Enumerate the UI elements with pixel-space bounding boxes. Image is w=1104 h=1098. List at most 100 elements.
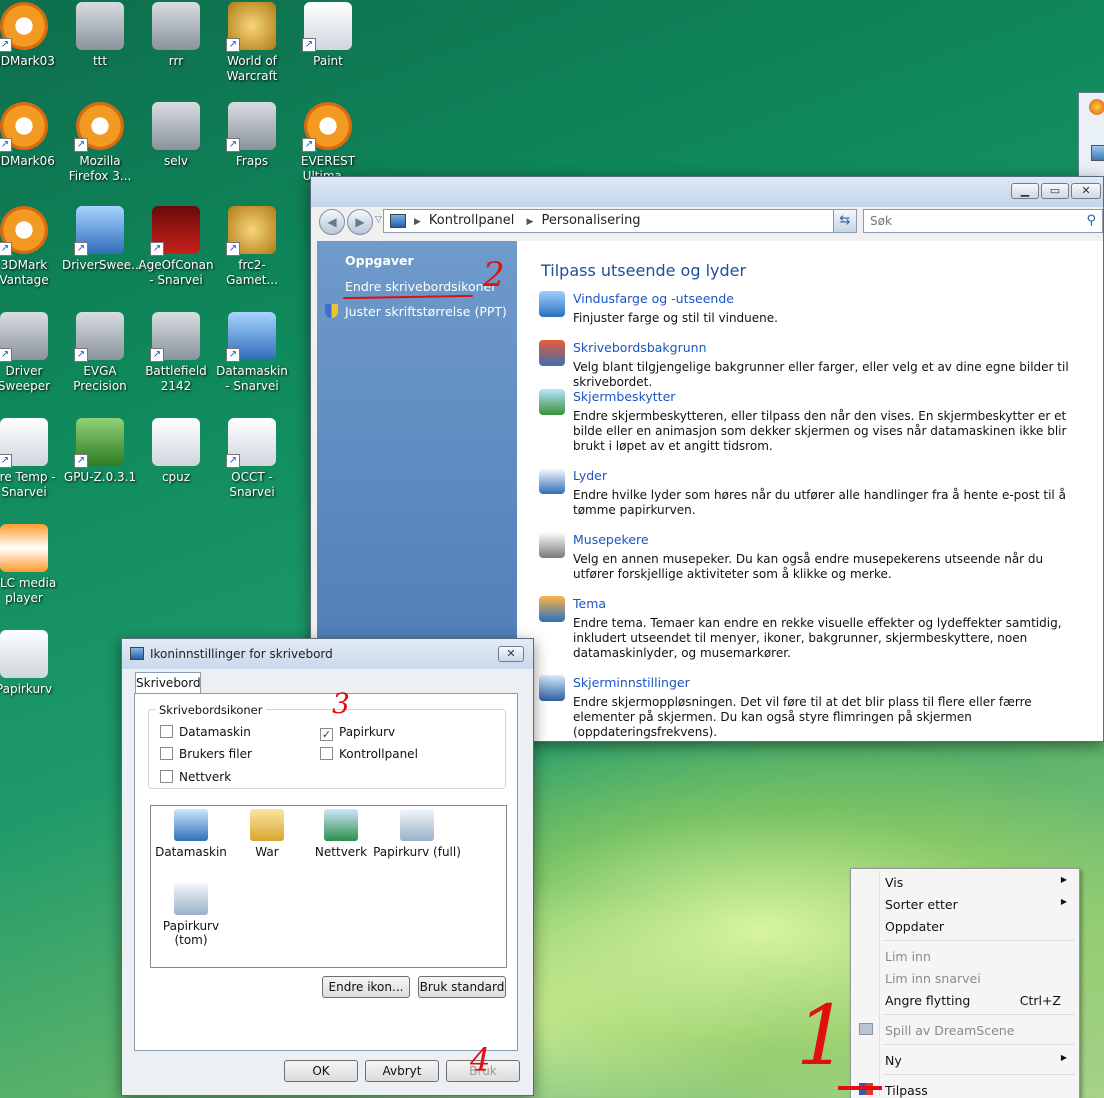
desktop-shortcut[interactable]: ↗ AgeOfConan - Snarvei [138, 206, 214, 288]
desktop-shortcut[interactable]: cpuz [138, 418, 214, 485]
minimize-button[interactable]: ▁ [1011, 183, 1039, 199]
desktop-shortcut[interactable]: ↗ 3DMark03 [0, 2, 62, 69]
recycle-bin-icon [0, 630, 48, 678]
desktop-shortcut[interactable]: ↗ GPU-Z.0.3.1 [62, 418, 138, 485]
desktop-shortcut-label: VLC media player [0, 576, 57, 605]
dialog-titlebar[interactable]: Ikoninnstillinger for skrivebord ✕ [122, 639, 533, 669]
desktop-shortcut[interactable]: rrr [138, 2, 214, 69]
desktop-shortcut[interactable]: selv [138, 102, 214, 169]
checkbox-row[interactable]: ✓ Papirkurv [320, 725, 395, 741]
item-link[interactable]: Vindusfarge og -utseende [573, 291, 1087, 306]
item-link[interactable]: Tema [573, 596, 1087, 611]
shortcut-arrow-icon: ↗ [150, 348, 164, 362]
ok-button[interactable]: OK [284, 1060, 358, 1082]
menu-shortcut: Ctrl+Z [1019, 993, 1061, 1008]
address-bar[interactable]: ▶Kontrollpanel ▶Personalisering ▼ [383, 209, 855, 233]
title-bar[interactable]: ▁ ▭ ✕ [311, 177, 1103, 207]
menu-item[interactable]: Oppdater [885, 919, 1069, 934]
background-window[interactable] [1078, 92, 1104, 182]
menu-item[interactable]: Vis ▶ [885, 875, 1069, 890]
desktop-shortcut[interactable]: ↗ Battlefield 2142 [138, 312, 214, 394]
desktop-shortcut[interactable]: ↗ EVGA Precision [62, 312, 138, 394]
task-link-change-desktop-icons[interactable]: Endre skrivebordsikoner [345, 279, 496, 294]
breadcrumb-personalisering[interactable]: Personalisering [541, 213, 640, 228]
dialog-close-button[interactable]: ✕ [498, 646, 524, 662]
icon-preview-item[interactable]: Papirkurv (tom) [146, 883, 236, 947]
desktop-shortcut[interactable]: ↗EVEREST Ultima... [290, 102, 366, 184]
menu-item[interactable]: Sorter etter ▶ [885, 897, 1069, 912]
desktop-shortcut[interactable]: ↗ Paint [290, 2, 366, 69]
shortcut-arrow-icon: ↗ [0, 242, 12, 256]
annotation-number-4: 4 [470, 1041, 491, 1079]
checkbox-row[interactable]: Kontrollpanel [320, 747, 418, 761]
desktop-shortcut[interactable]: ↗ Fraps [214, 102, 290, 169]
item-link[interactable]: Musepekere [573, 532, 1087, 547]
personalization-item: Tema Endre tema. Temaer kan endre en rekk… [539, 596, 1087, 661]
personalization-item: Skjerminnstillinger Endre skjermoppløsnin… [539, 675, 1087, 740]
menu-item[interactable]: Angre flytting Ctrl+Z [885, 993, 1069, 1008]
vlc-icon [0, 524, 48, 572]
checkbox[interactable] [160, 770, 173, 783]
dreamscene-icon [859, 1023, 873, 1035]
desktop-shortcut[interactable]: ↗ 3DMark Vantage [0, 206, 62, 288]
checkbox-row[interactable]: Datamaskin [160, 725, 251, 739]
desktop-shortcut[interactable]: ↗ Datamaskin - Snarvei [214, 312, 290, 394]
checkbox[interactable] [160, 747, 173, 760]
personalization-item: Musepekere Velg en annen musepeker. Du ka… [539, 532, 1087, 582]
item-link[interactable]: Skjerminnstillinger [573, 675, 1087, 690]
desktop-shortcut[interactable]: ↗ Mozilla Firefox 3... [62, 102, 138, 184]
restore-default-button[interactable]: Bruk standard [418, 976, 506, 998]
desktop-shortcut[interactable]: Papirkurv [0, 630, 62, 697]
3dmark-icon: ↗ [0, 2, 48, 52]
desktop-shortcut[interactable]: ttt [62, 2, 138, 69]
shortcut-arrow-icon: ↗ [0, 38, 12, 52]
personalization-content: Tilpass utseende og lyder Vindusfarge og… [517, 241, 1103, 741]
desktop-shortcut[interactable]: ↗ frc2-Gamet... [214, 206, 290, 288]
desktop-shortcut[interactable]: ↗ Driver Sweeper [0, 312, 62, 394]
item-link[interactable]: Lyder [573, 468, 1087, 483]
item-link[interactable]: Skjermbeskytter [573, 389, 1087, 404]
desktop-icon-settings-dialog[interactable]: Ikoninnstillinger for skrivebord ✕ Skriv… [121, 638, 534, 1096]
menu-item-label: Tilpass [885, 1083, 928, 1098]
change-icon-button[interactable]: Endre ikon... [322, 976, 410, 998]
menu-item[interactable]: Ny ▶ [885, 1053, 1069, 1068]
checkbox[interactable]: ✓ [320, 728, 333, 741]
shortcut-arrow-icon: ↗ [226, 454, 240, 468]
checkbox[interactable] [160, 725, 173, 738]
close-button[interactable]: ✕ [1071, 183, 1101, 199]
desktop-shortcut[interactable]: ↗ 3DMark06 [0, 102, 62, 169]
menu-item[interactable]: Tilpass [885, 1083, 1069, 1098]
shield-icon [325, 304, 338, 318]
forward-button[interactable]: ▶ [347, 209, 373, 235]
history-dropdown[interactable]: ▽ [375, 215, 382, 225]
menu-separator [883, 940, 1075, 941]
maximize-button[interactable]: ▭ [1041, 183, 1069, 199]
search-icon[interactable]: ⚲ [1086, 210, 1096, 232]
checkbox-row[interactable]: Nettverk [160, 770, 231, 784]
desktop-shortcut[interactable]: ↗ DriverSwee... [62, 206, 143, 273]
desktop-shortcut-label: cpuz [161, 470, 191, 484]
item-link[interactable]: Skrivebordsbakgrunn [573, 340, 1087, 355]
mouse-pointer-icon [539, 532, 565, 558]
gear-icon: ↗ [0, 312, 48, 362]
desktop-context-menu[interactable]: Vis ▶ Sorter etter ▶ Oppdater Lim inn Lim inn … [850, 868, 1080, 1098]
search-input[interactable]: Søk ⚲ [863, 209, 1103, 233]
submenu-arrow-icon: ▶ [1060, 897, 1067, 906]
menu-item: Lim inn [885, 949, 1069, 964]
refresh-button[interactable]: ⇆ [833, 209, 857, 233]
desktop-shortcut-label: 3DMark03 [0, 54, 55, 68]
checkbox-row[interactable]: Brukers filer [160, 747, 252, 761]
breadcrumb-kontrollpanel[interactable]: Kontrollpanel [429, 213, 514, 228]
task-link-adjust-font-size[interactable]: Juster skriftstørrelse (PPT) [345, 304, 507, 319]
back-button[interactable]: ◀ [319, 209, 345, 235]
warcraft-icon: ↗ [226, 2, 276, 52]
desktop-shortcut[interactable]: VLC media player [0, 524, 62, 606]
checkbox[interactable] [320, 747, 333, 760]
icon-preview-item[interactable]: Papirkurv (full) [372, 809, 462, 859]
tab-skrivebord[interactable]: Skrivebord [135, 672, 201, 694]
cancel-button[interactable]: Avbryt [365, 1060, 439, 1082]
desktop-shortcut[interactable]: ↗ OCCT - Snarvei [214, 418, 290, 500]
desktop-shortcut[interactable]: ↗ ore Temp - Snarvei [0, 418, 62, 500]
desktop-shortcut[interactable]: ↗ World of Warcraft [214, 2, 290, 84]
desktop-shortcut-label: Datamaskin - Snarvei [216, 364, 288, 393]
